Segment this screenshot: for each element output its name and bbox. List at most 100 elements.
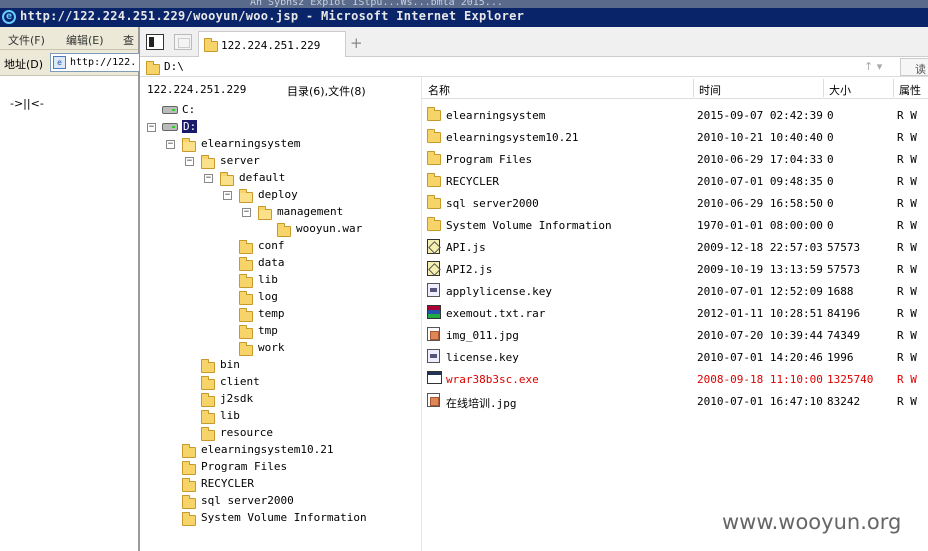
file-row[interactable]: System Volume Information 1970-01-01 08:… [422,213,928,235]
script-file-icon [427,261,440,276]
tree-node-server[interactable]: − server [140,153,410,169]
file-row[interactable]: API.js 2009-12-18 22:57:03 57573 R W [422,235,928,257]
tree-node-wooyun-war[interactable]: wooyun.war [140,221,410,237]
grid-view-button[interactable] [174,34,192,50]
folder-icon [182,478,196,492]
column-name[interactable]: 名称 [428,82,450,98]
tree-node-deploy[interactable]: − deploy [140,187,410,203]
tree-node-c[interactable]: C: [140,102,410,118]
file-attr: R W [897,131,917,144]
collapse-toggle-icon[interactable]: − [223,191,232,200]
file-row[interactable]: 在线培训.jpg 2010-07-01 16:47:10 83242 R W [422,389,928,411]
tree-label: elearningsystem [201,137,301,150]
file-name: license.key [446,351,519,364]
read-button[interactable]: 读 [900,58,928,76]
tree-node-resource[interactable]: resource [140,425,410,441]
collapse-toggle-icon[interactable]: − [204,174,213,183]
file-row[interactable]: applylicense.key 2010-07-01 12:52:09 168… [422,279,928,301]
folder-icon [201,427,215,441]
executable-icon [427,371,442,384]
tree-node-j2sdk[interactable]: j2sdk [140,391,410,407]
file-size: 0 [827,175,834,188]
column-size[interactable]: 大小 [829,82,851,98]
file-row-highlighted[interactable]: wrar38b3sc.exe 2008-09-18 11:10:00 13257… [422,367,928,389]
folder-icon [239,274,253,288]
file-size: 0 [827,131,834,144]
folder-open-icon [182,138,196,152]
column-attr[interactable]: 属性 [899,82,921,98]
tree-node-default[interactable]: − default [140,170,410,186]
page-content-text: ->||<- [10,97,44,110]
folder-icon [201,359,215,373]
tree-node-data[interactable]: data [140,255,410,271]
file-row[interactable]: RECYCLER 2010-07-01 09:48:35 0 R W [422,169,928,191]
tree-label: client [220,375,260,388]
file-row[interactable]: img_011.jpg 2010-07-20 10:39:44 74349 R … [422,323,928,345]
tree-node-system-volume-information[interactable]: System Volume Information [140,510,410,526]
background-window-text: An Sybnsz Expiot IStpu...Ws...bmta 2015.… [250,0,503,8]
tree-node-client[interactable]: client [140,374,410,390]
tree-node-tmp[interactable]: tmp [140,323,410,339]
file-row[interactable]: elearningsystem 2015-09-07 02:42:39 0 R … [422,103,928,125]
collapse-toggle-icon[interactable]: − [147,123,156,132]
tree-node-elearningsystem[interactable]: − elearningsystem [140,136,410,152]
folder-icon [427,151,441,165]
tab-server[interactable]: 122.224.251.229 [198,31,346,57]
menu-view[interactable]: 查 [123,32,134,48]
toggle-panel-button[interactable] [146,34,164,50]
column-time[interactable]: 时间 [699,82,721,98]
collapse-toggle-icon[interactable]: − [242,208,251,217]
file-time: 2010-07-01 09:48:35 [697,175,823,188]
sort-icon[interactable]: ↑ ▾ [864,60,882,73]
file-name: elearningsystem [446,109,546,122]
file-name: sql server2000 [446,197,539,210]
address-input[interactable]: e http://122. [50,53,140,72]
tree-node-recycler[interactable]: RECYCLER [140,476,410,492]
tree-node-lib[interactable]: lib [140,272,410,288]
folder-icon [201,393,215,407]
tree-node-program-files[interactable]: Program Files [140,459,410,475]
tree-node-work[interactable]: work [140,340,410,356]
collapse-toggle-icon[interactable]: − [166,140,175,149]
file-row[interactable]: API2.js 2009-10-19 13:13:59 57573 R W [422,257,928,279]
tree-node-d[interactable]: − D: [140,119,410,135]
watermark: www.wooyun.org [722,510,902,534]
tree-node-management[interactable]: − management [140,204,410,220]
file-size: 84196 [827,307,861,320]
tree-node-conf[interactable]: conf [140,238,410,254]
tree-node-sql-server2000[interactable]: sql server2000 [140,493,410,509]
folder-icon [201,410,215,424]
tree-node-log[interactable]: log [140,289,410,305]
browser-window: 文件(F) 编辑(E) 查 地址(D) e http://122. ->||<- [0,27,140,551]
file-time: 2008-09-18 11:10:00 [697,373,823,386]
file-time: 2010-06-29 17:04:33 [697,153,823,166]
tree-label: j2sdk [220,392,254,405]
file-row[interactable]: Program Files 2010-06-29 17:04:33 0 R W [422,147,928,169]
host-address: 122.224.251.229 [147,83,247,96]
file-name: applylicense.key [446,285,552,298]
tree-node-temp[interactable]: temp [140,306,410,322]
tree-label: resource [220,426,273,439]
tree-node-bin[interactable]: bin [140,357,410,373]
file-row[interactable]: exemout.txt.rar 2012-01-11 10:28:51 8419… [422,301,928,323]
window-title: http://122.224.251.229/wooyun/woo.jsp - … [20,9,525,23]
collapse-toggle-icon[interactable]: − [185,157,194,166]
file-time: 2010-07-01 12:52:09 [697,285,823,298]
tree-node-lib-2[interactable]: lib [140,408,410,424]
file-time: 2009-12-18 22:57:03 [697,241,823,254]
file-name: API2.js [446,263,493,276]
tree-label: server [220,154,260,167]
path-input[interactable]: D:\ [164,60,184,73]
file-row[interactable]: license.key 2010-07-01 14:20:46 1996 R W [422,345,928,367]
file-size: 83242 [827,395,861,408]
menu-file[interactable]: 文件(F) [8,32,45,48]
address-bar: 地址(D) e http://122. [0,50,140,76]
file-row[interactable]: elearningsystem10.21 2010-10-21 10:40:40… [422,125,928,147]
menu-edit[interactable]: 编辑(E) [66,32,104,48]
folder-icon [239,291,253,305]
file-row[interactable]: sql server2000 2010-06-29 16:58:50 0 R W [422,191,928,213]
add-tab-button[interactable]: + [350,34,363,52]
tree-node-elearningsystem1021[interactable]: elearningsystem10.21 [140,442,410,458]
file-attr: R W [897,109,917,122]
file-name: 在线培训.jpg [446,397,517,410]
